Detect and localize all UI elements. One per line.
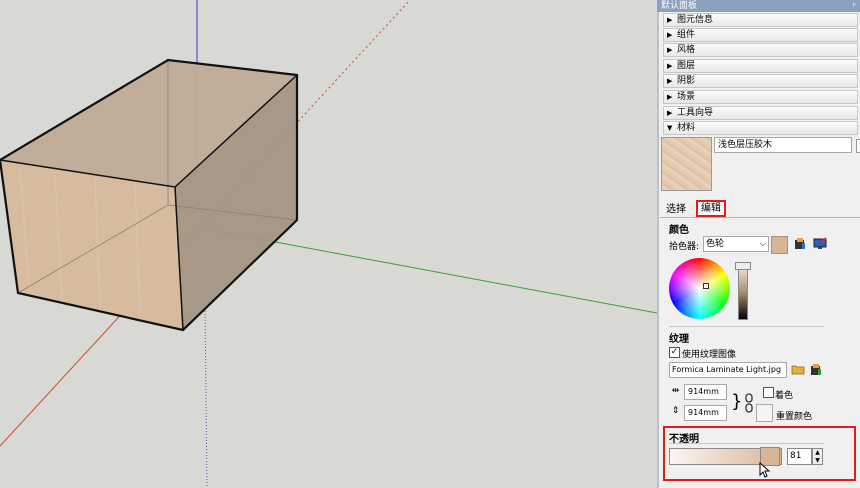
- color-picker-label: 拾色器:: [669, 242, 700, 252]
- collapsed-triangle-icon: ▶: [667, 62, 673, 70]
- panel-materials[interactable]: ▼ 材料: [663, 121, 858, 135]
- collapsed-triangle-icon: ▶: [667, 77, 673, 85]
- blue-axis-dotted: [204, 304, 208, 488]
- colorize-checkbox[interactable]: [763, 387, 774, 398]
- tab-edit[interactable]: 编辑: [696, 200, 726, 217]
- browse-folder-icon[interactable]: [790, 363, 805, 378]
- collapsed-triangle-icon: ▶: [667, 46, 673, 54]
- sample-paint-icon[interactable]: [792, 237, 807, 252]
- current-color-swatch[interactable]: [771, 236, 788, 254]
- texture-width-field[interactable]: 914mm: [684, 384, 727, 400]
- color-wheel[interactable]: [669, 258, 730, 319]
- chain-link-icon[interactable]: [741, 393, 756, 413]
- use-texture-checkbox[interactable]: ✓: [669, 347, 680, 358]
- color-picker-select[interactable]: 色轮 ⌵: [703, 236, 769, 252]
- mouse-cursor-icon: [759, 461, 771, 481]
- material-tabs: 选择 编辑: [660, 200, 860, 218]
- side-button[interactable]: [856, 139, 860, 153]
- panel-components[interactable]: ▶ 组件: [663, 28, 858, 42]
- panel-shadows[interactable]: ▶ 阴影: [663, 74, 858, 88]
- collapsed-triangle-icon: ▶: [667, 16, 673, 24]
- divider: [669, 326, 824, 327]
- opacity-value-field[interactable]: 81: [787, 448, 812, 465]
- texture-height-field[interactable]: 914mm: [684, 405, 727, 421]
- panel-entity-info[interactable]: ▶ 图元信息: [663, 13, 858, 27]
- opacity-spinner[interactable]: ▲ ▼: [812, 448, 823, 465]
- material-name-field[interactable]: 浅色层压胶木: [714, 137, 852, 153]
- collapsed-triangle-icon: ▶: [667, 93, 673, 101]
- box-front-face: [0, 160, 183, 330]
- colorize-label: 着色: [775, 391, 794, 401]
- edit-texture-icon[interactable]: [808, 363, 823, 378]
- panel-instructor[interactable]: ▶ 工具向导: [663, 106, 858, 120]
- panel-scenes[interactable]: ▶ 场景: [663, 90, 858, 104]
- pin-icon[interactable]: ᵖ: [853, 0, 856, 12]
- width-arrow-icon: ⇹: [671, 386, 680, 396]
- use-texture-label: 使用纹理图像: [682, 350, 737, 360]
- model-viewport[interactable]: [0, 0, 657, 488]
- color-wheel-marker[interactable]: [703, 283, 709, 289]
- color-section-label: 颜色: [669, 225, 689, 236]
- collapsed-triangle-icon: ▶: [667, 109, 673, 117]
- expanded-triangle-icon: ▼: [667, 124, 673, 132]
- match-screen-color-icon[interactable]: [812, 237, 827, 252]
- chevron-down-icon: ⌵: [759, 239, 766, 248]
- height-arrow-icon: ⇕: [671, 406, 680, 416]
- collapsed-triangle-icon: ▶: [667, 31, 673, 39]
- viewport-canvas: [0, 0, 657, 488]
- panel-layers[interactable]: ▶ 图层: [663, 59, 858, 73]
- brightness-slider[interactable]: [738, 266, 748, 320]
- texture-file-field[interactable]: Formica Laminate Light.jpg: [669, 362, 787, 378]
- reset-color-label: 重置颜色: [776, 412, 813, 422]
- reset-color-button[interactable]: [756, 404, 773, 422]
- tray-title: 默认面板: [661, 1, 698, 11]
- texture-section-label: 纹理: [669, 334, 689, 345]
- material-preview-swatch[interactable]: [661, 137, 712, 191]
- divider: [669, 443, 824, 444]
- panel-styles[interactable]: ▶ 风格: [663, 43, 858, 57]
- tab-select[interactable]: 选择: [666, 203, 686, 216]
- tray-title-bar: 默认面板 ᵖ: [657, 0, 860, 12]
- brightness-slider-handle[interactable]: [735, 262, 751, 270]
